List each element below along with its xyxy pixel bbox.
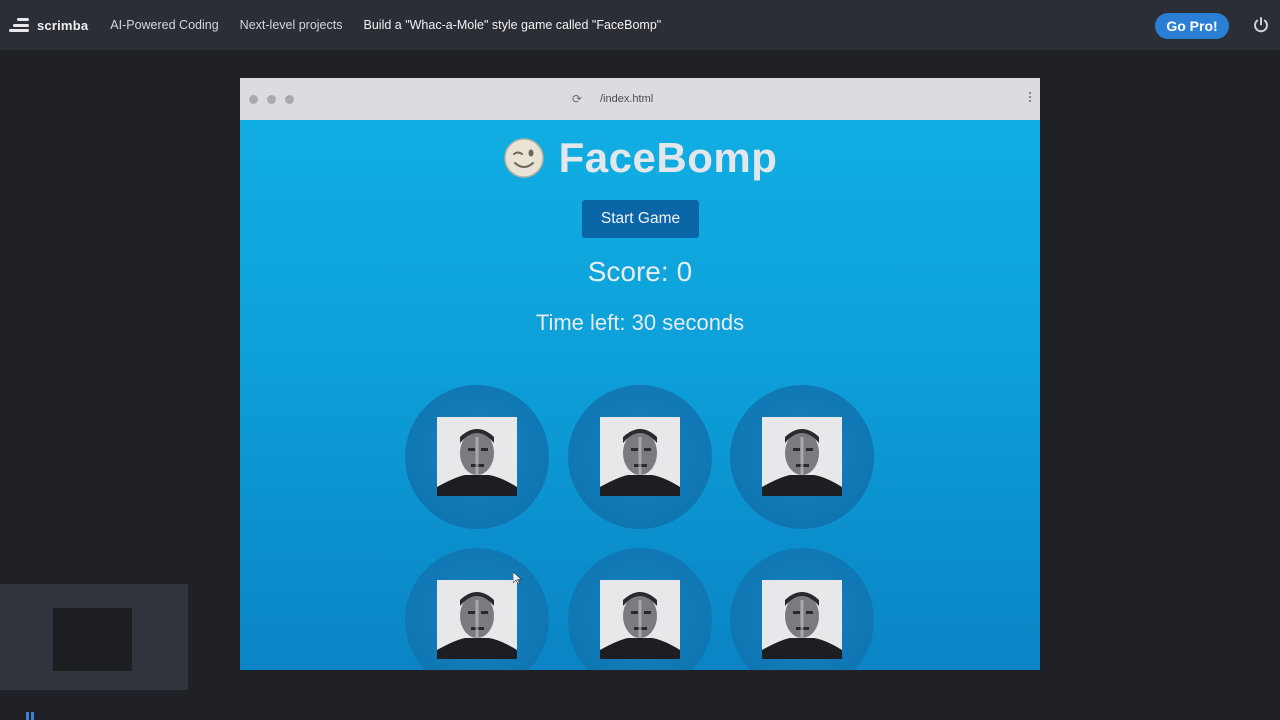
face-image <box>437 417 517 496</box>
game-title: FaceBomp <box>558 134 778 181</box>
breadcrumb: AI-Powered Coding Next-level projects Bu… <box>110 18 682 32</box>
window-dot-icon <box>267 94 276 104</box>
browser-toolbar: ⟳ /index.html <box>240 78 1040 120</box>
time-value: 30 <box>631 310 657 335</box>
power-icon[interactable] <box>1253 17 1269 33</box>
time-unit: seconds <box>662 310 745 335</box>
face-image <box>437 580 517 659</box>
webcam-video <box>53 608 132 671</box>
logo-text: scrimba <box>37 17 89 33</box>
score-label: Score: <box>587 256 669 287</box>
scrimba-logo-icon <box>9 17 29 33</box>
breadcrumb-item-next-level-projects[interactable]: Next-level projects <box>240 18 343 32</box>
cursor-icon <box>513 572 522 584</box>
winking-face-icon <box>503 138 544 178</box>
breadcrumb-item-current-lesson[interactable]: Build a "Whac-a-Mole" style game called … <box>364 18 662 32</box>
window-dot-icon <box>285 94 294 104</box>
mole-hole-4[interactable] <box>405 548 549 670</box>
menu-dots-icon[interactable] <box>1028 90 1032 106</box>
breadcrumb-item-ai-powered-coding[interactable]: AI-Powered Coding <box>110 18 218 32</box>
face-image <box>762 580 842 659</box>
start-game-button[interactable]: Start Game <box>582 200 699 238</box>
url-bar[interactable]: /index.html <box>600 93 653 105</box>
mole-hole-3[interactable] <box>730 385 874 529</box>
mole-hole-1[interactable] <box>405 385 549 529</box>
mole-hole-5[interactable] <box>568 548 712 670</box>
window-dot-icon <box>249 94 258 104</box>
face-image <box>600 580 680 659</box>
score-value: 0 <box>676 256 693 287</box>
mole-hole-2[interactable] <box>568 385 712 529</box>
game-header: FaceBomp <box>240 134 1040 182</box>
browser-preview: ⟳ /index.html FaceBomp Start Game Score:… <box>240 78 1040 670</box>
top-navigation-bar: scrimba AI-Powered Coding Next-level pro… <box>0 0 1280 50</box>
face-image <box>762 417 842 496</box>
time-left-display: Time left: 30 seconds <box>240 310 1040 336</box>
game-viewport: FaceBomp Start Game Score: 0 Time left: 3… <box>240 120 1040 670</box>
face-image <box>600 417 680 496</box>
mole-hole-6[interactable] <box>730 548 874 670</box>
time-label: Time left: <box>535 310 626 335</box>
score-display: Score: 0 <box>240 256 1040 288</box>
pause-icon[interactable] <box>25 712 35 720</box>
scrimba-logo[interactable]: scrimba <box>9 17 88 33</box>
go-pro-button[interactable]: Go Pro! <box>1155 13 1229 39</box>
reload-icon[interactable]: ⟳ <box>572 92 582 106</box>
